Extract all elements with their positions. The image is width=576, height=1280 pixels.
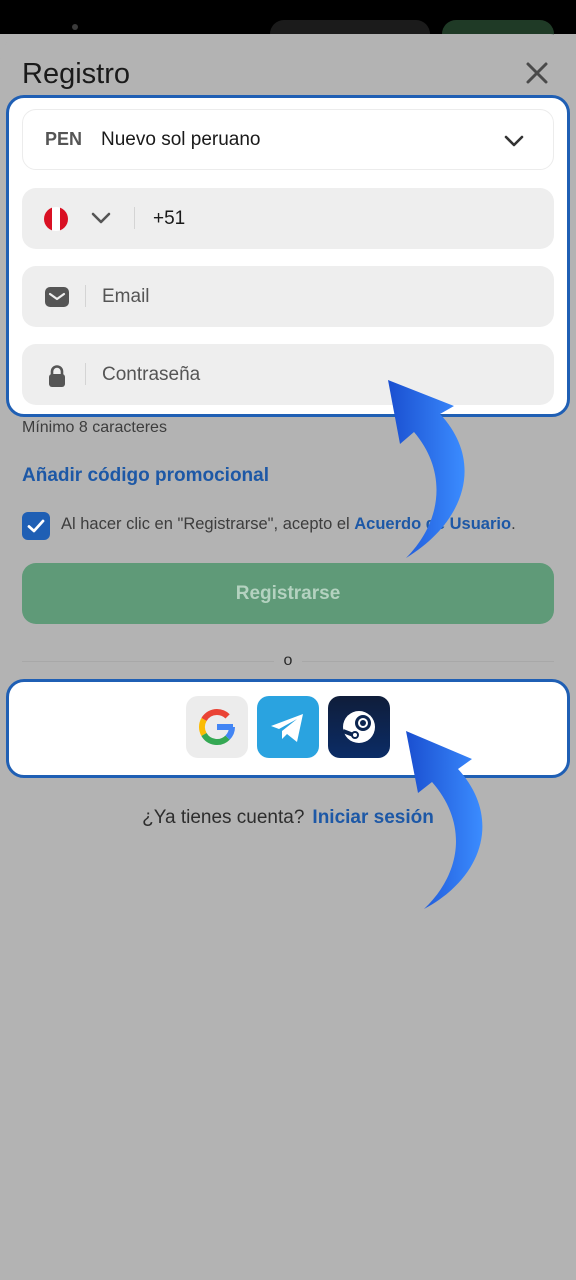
password-hint: Mínimo 8 caracteres [22, 419, 167, 436]
steam-icon [342, 711, 375, 743]
add-promo-code-link[interactable]: Añadir código promocional [22, 465, 269, 487]
login-link[interactable]: Iniciar sesión [312, 807, 433, 828]
user-agreement-link[interactable]: Acuerdo de Usuario [354, 515, 511, 533]
register-button[interactable]: Registrarse [22, 563, 554, 624]
telegram-login-button[interactable] [257, 696, 319, 758]
terms-suffix: . [511, 515, 516, 533]
currency-select[interactable]: PEN Nuevo sol peruano [22, 109, 554, 170]
chevron-down-icon [503, 130, 525, 157]
lock-icon [44, 363, 70, 394]
divider [85, 285, 86, 307]
divider [85, 363, 86, 385]
or-label: o [274, 652, 302, 670]
phone-prefix: +51 [153, 208, 186, 229]
password-placeholder: Contraseña [102, 364, 201, 385]
terms-label: Al hacer clic en "Registrarse", acepto e… [61, 515, 355, 533]
password-field[interactable]: Contraseña [22, 344, 554, 405]
google-icon [199, 708, 235, 745]
camera-dot [72, 24, 78, 30]
email-placeholder: Email [102, 286, 150, 307]
currency-name: Nuevo sol peruano [101, 129, 261, 150]
login-question: ¿Ya tienes cuenta? [142, 807, 305, 828]
divider [134, 207, 135, 229]
peru-flag-icon[interactable] [44, 207, 68, 231]
google-login-button[interactable] [186, 696, 248, 758]
login-prompt: ¿Ya tienes cuenta? Iniciar sesión [0, 807, 576, 829]
status-bar [0, 0, 576, 50]
page-title: Registro [22, 58, 130, 90]
mail-icon [44, 285, 70, 314]
currency-code: PEN [45, 129, 83, 149]
terms-checkbox[interactable] [22, 512, 50, 540]
steam-login-button[interactable] [328, 696, 390, 758]
telegram-icon [271, 714, 303, 742]
terms-text: Al hacer clic en "Registrarse", acepto e… [61, 515, 516, 534]
phone-field[interactable]: +51 [22, 188, 554, 249]
check-icon [27, 519, 45, 533]
close-icon[interactable] [520, 56, 554, 90]
chevron-down-icon[interactable] [90, 207, 112, 234]
email-field[interactable]: Email [22, 266, 554, 327]
